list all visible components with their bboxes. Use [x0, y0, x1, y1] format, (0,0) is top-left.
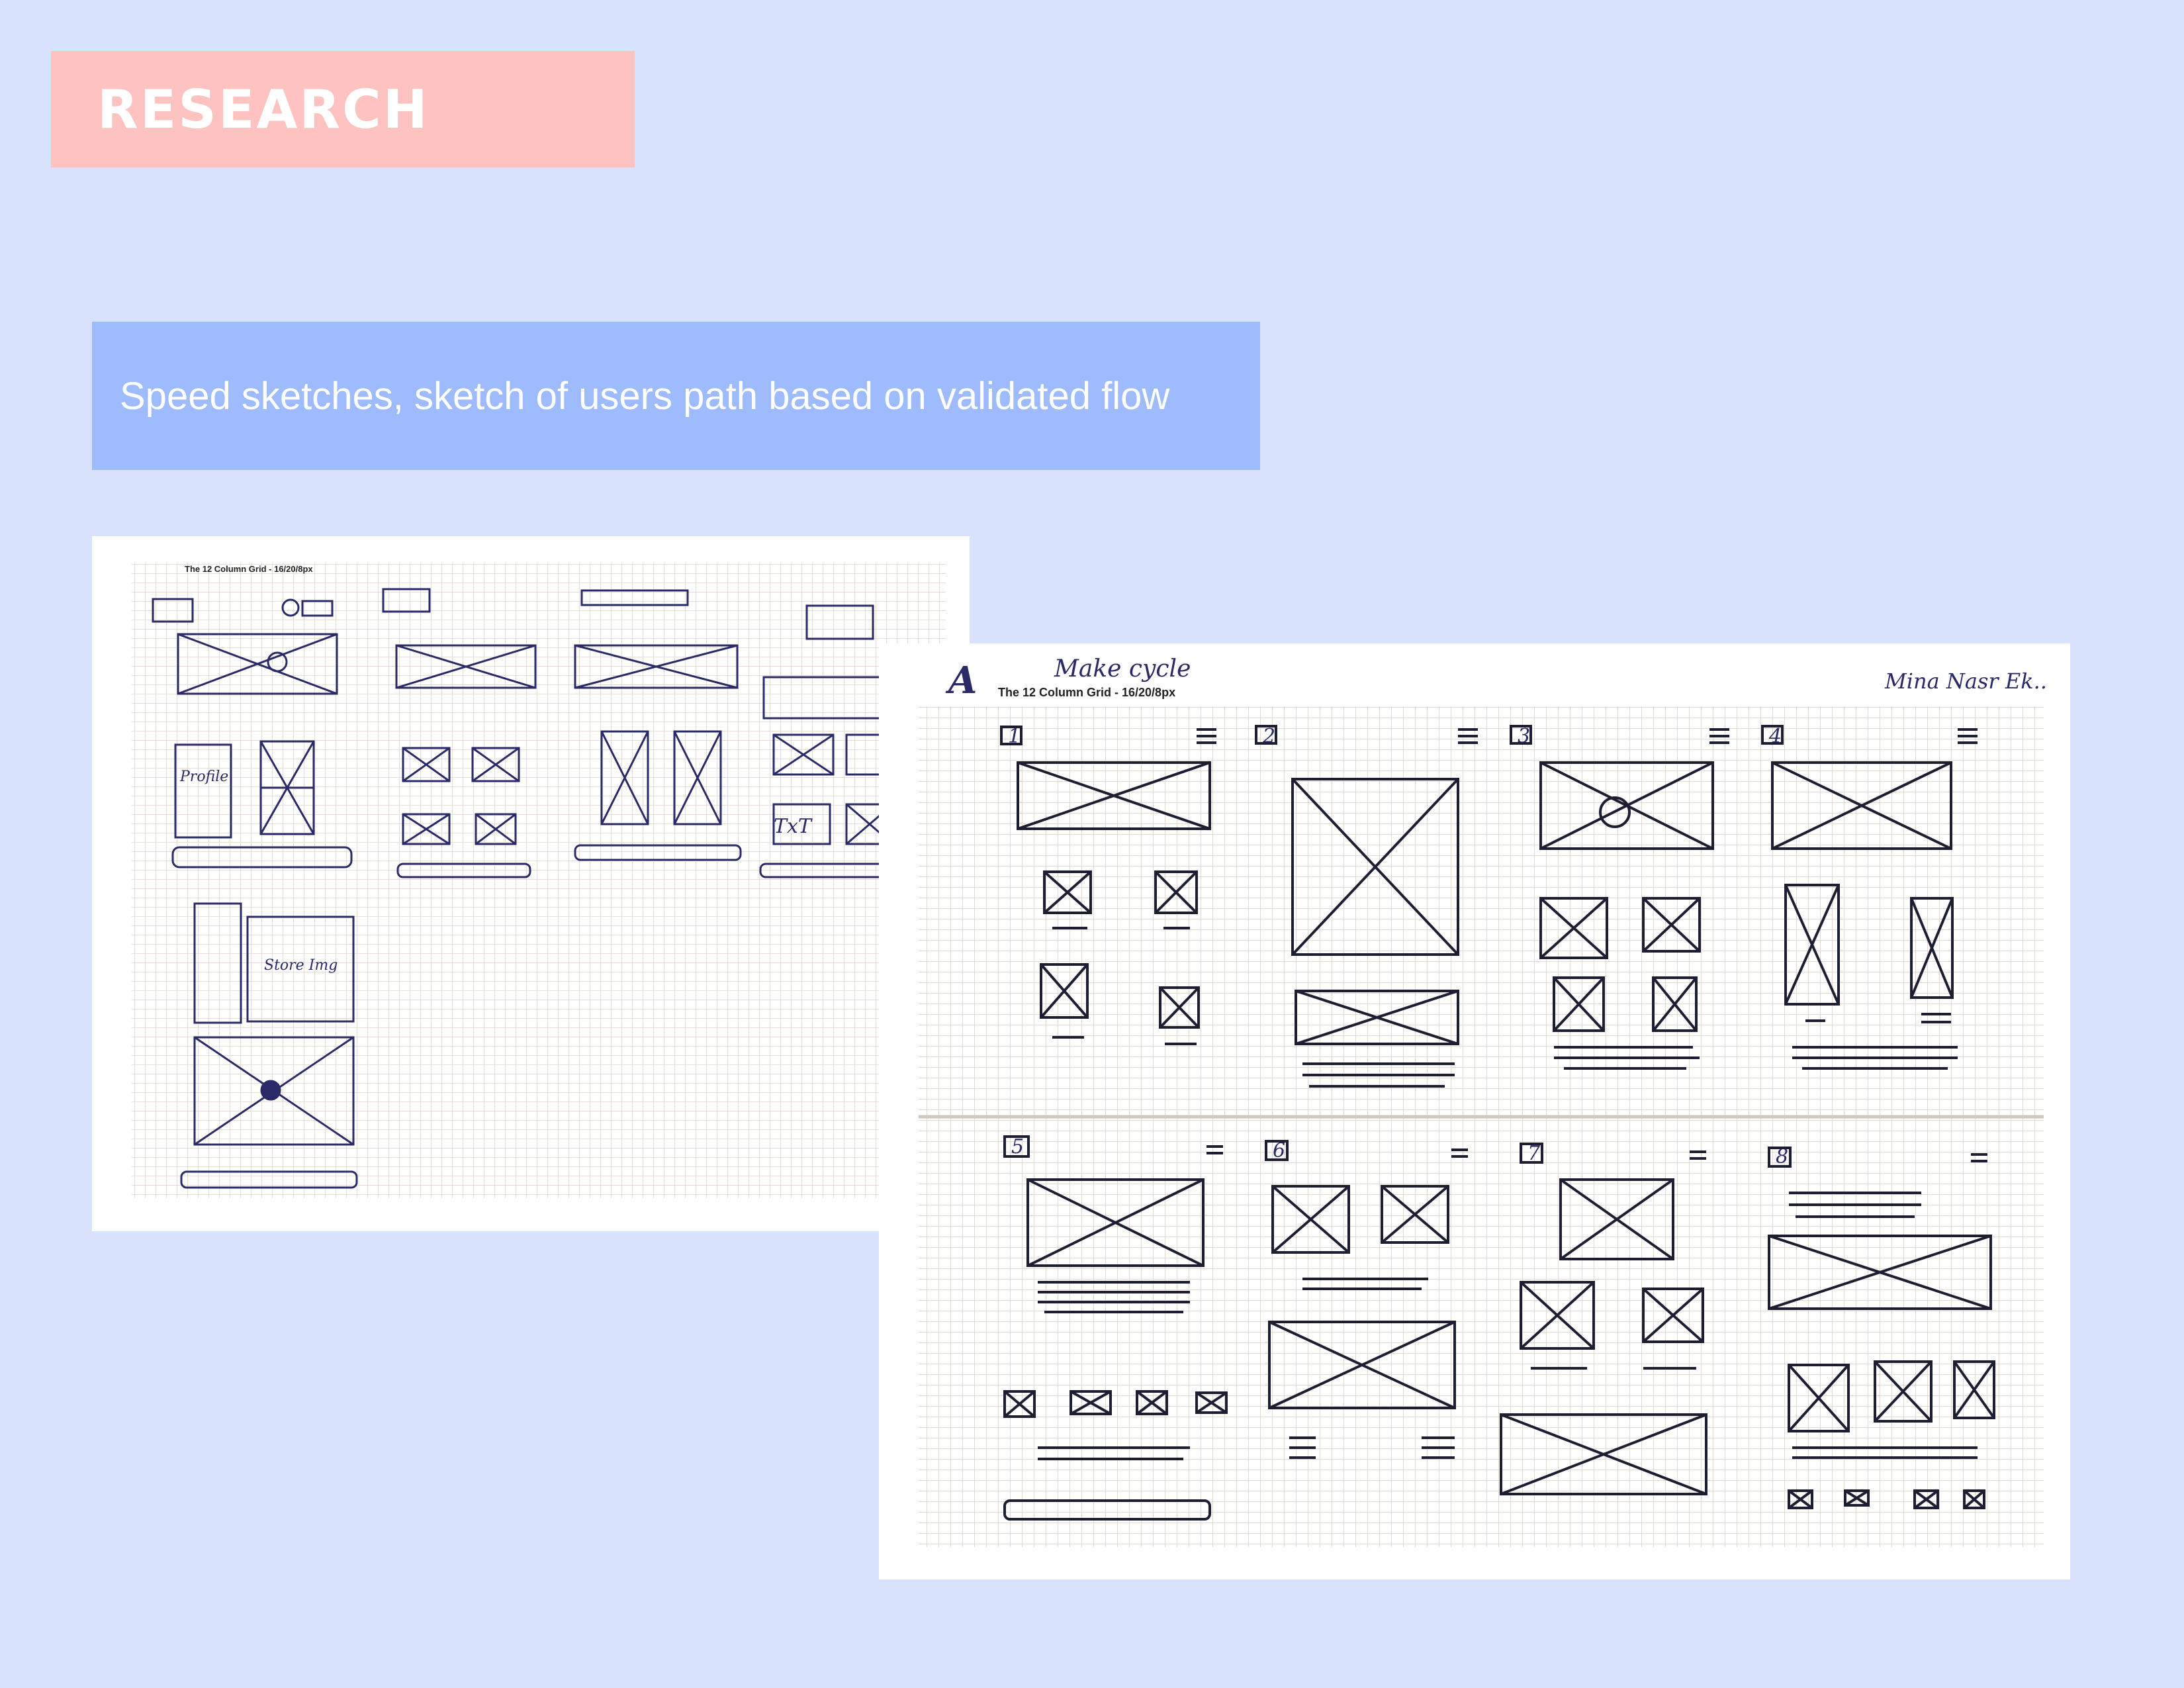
note-txt: TxT [774, 815, 813, 838]
corner-mark: A [945, 659, 977, 702]
sketch-left-drawing: The 12 Column Grid - 16/20/8px Profile S… [132, 563, 946, 1198]
heading-note: Make cycle [1054, 655, 1191, 682]
grid-title-left: The 12 Column Grid - 16/20/8px [185, 564, 313, 574]
author-note: Mina Nasr Ek.. [1884, 669, 2047, 694]
caption-text: Speed sketches, sketch of users path bas… [120, 374, 1170, 418]
sketch-grid-left [132, 563, 946, 1198]
sketch-sheet-right: A Make cycle The 12 Column Grid - 16/20/… [879, 643, 2070, 1579]
note-store-img: Store Img [264, 957, 338, 974]
caption-banner: Speed sketches, sketch of users path bas… [92, 322, 1260, 470]
note-profile: Profile [179, 769, 228, 785]
section-badge: RESEARCH [51, 51, 635, 167]
step-mark-5: 5 [1011, 1135, 1024, 1158]
section-badge-label: RESEARCH [97, 78, 430, 140]
grid-title-right: The 12 Column Grid - 16/20/8px [998, 686, 1175, 699]
sketch-sheet-left: The 12 Column Grid - 16/20/8px Profile S… [92, 536, 970, 1231]
sketch-right-drawing: A Make cycle The 12 Column Grid - 16/20/… [919, 655, 2047, 1547]
